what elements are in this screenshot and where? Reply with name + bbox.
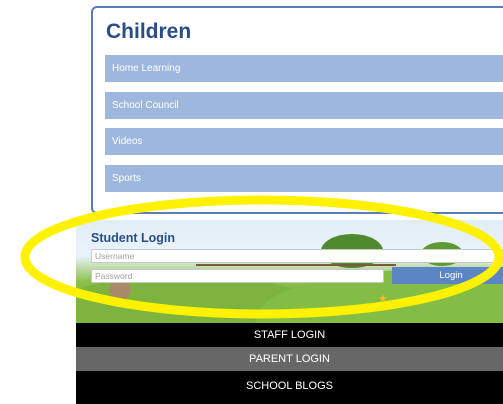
- parent-login-link[interactable]: PARENT LOGIN: [76, 347, 503, 371]
- star-icon: ★: [378, 293, 388, 305]
- fence-icon: [196, 264, 396, 266]
- student-login-area: ★ Student Login Login: [76, 220, 503, 323]
- panel-title: Children: [106, 20, 192, 43]
- username-input[interactable]: [91, 249, 503, 263]
- menu-item-school-council[interactable]: School Council: [105, 92, 503, 119]
- animal-icon: [109, 280, 131, 300]
- student-login-title: Student Login: [91, 231, 176, 245]
- menu-item-videos[interactable]: Videos: [105, 128, 503, 155]
- staff-login-link[interactable]: STAFF LOGIN: [76, 323, 503, 347]
- menu-item-home-learning[interactable]: Home Learning: [105, 55, 503, 82]
- school-blogs-link[interactable]: SCHOOL BLOGS: [76, 371, 503, 404]
- password-input[interactable]: [91, 269, 384, 283]
- login-button[interactable]: Login: [392, 267, 503, 284]
- menu-item-sports[interactable]: Sports: [105, 165, 503, 192]
- children-panel: Children Home Learning School Council Vi…: [91, 6, 503, 214]
